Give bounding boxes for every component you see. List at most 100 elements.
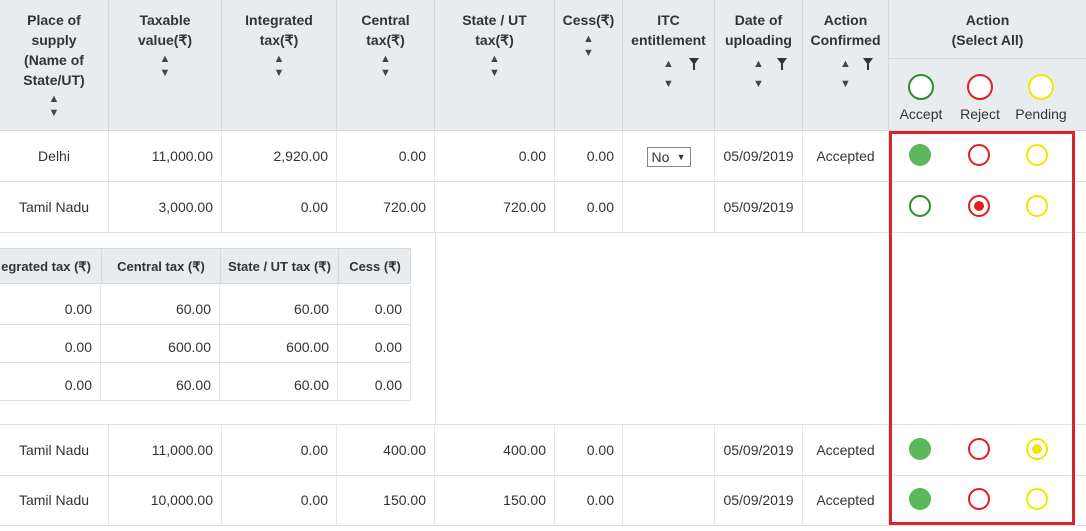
cell-cess: 0.00 (555, 182, 623, 232)
cell-place: Tamil Nadu (0, 182, 109, 232)
sub-col-cess: Cess (₹) (349, 259, 401, 274)
accept-radio[interactable] (909, 195, 931, 217)
reject-all-radio[interactable] (967, 74, 993, 100)
header-line: uploading (725, 32, 792, 48)
accept-radio[interactable] (909, 144, 931, 166)
accept-radio[interactable] (909, 438, 931, 460)
sub-cell: 0.00 (338, 324, 411, 362)
header-line: State/UT) (23, 72, 85, 88)
table-row: Tamil Nadu 3,000.00 0.00 720.00 720.00 0… (0, 182, 1086, 233)
sub-col-state: State / UT tax (₹) (221, 249, 339, 285)
col-action-confirmed[interactable]: Action Confirmed ▲ ▼ (803, 0, 889, 130)
sort-icon[interactable]: ▲ ▼ (555, 32, 622, 60)
reject-all-option[interactable]: Reject (950, 74, 1010, 122)
chevron-down-icon: ▼ (676, 152, 686, 163)
reject-radio[interactable] (968, 195, 990, 217)
cell-state: 400.00 (435, 425, 555, 475)
reject-radio[interactable] (968, 144, 990, 166)
filter-icon[interactable] (689, 58, 699, 70)
header-line: ITC (657, 12, 680, 28)
sub-cell: 0.00 (0, 362, 101, 400)
col-date-of-uploading[interactable]: Date of uploading ▲ ▼ (715, 0, 803, 130)
filter-icon[interactable] (777, 58, 787, 70)
accept-all-radio[interactable] (908, 74, 934, 100)
header-line: value(₹) (137, 32, 193, 48)
sub-cell: 60.00 (220, 362, 338, 400)
cell-central: 720.00 (337, 182, 435, 232)
cell-central: 400.00 (337, 425, 435, 475)
table-row: Tamil Nadu 11,000.00 0.00 400.00 400.00 … (0, 424, 1086, 476)
pending-all-option[interactable]: Pending (1011, 74, 1071, 122)
reject-radio[interactable] (968, 488, 990, 510)
sort-icon[interactable]: ▲ ▼ (753, 58, 764, 90)
header-line: tax(₹) (475, 32, 514, 48)
cell-cess: 0.00 (555, 131, 623, 181)
cell-taxable: 10,000.00 (109, 475, 222, 525)
selected-dot (974, 201, 984, 211)
col-taxable-value[interactable]: Taxable value(₹) ▲ ▼ (109, 0, 222, 130)
header-line: Place of (27, 12, 81, 28)
cell-taxable: 3,000.00 (109, 182, 222, 232)
itc-select[interactable]: No ▼ (646, 147, 691, 168)
pending-all-radio[interactable] (1028, 74, 1054, 100)
sub-cell: 60.00 (101, 286, 220, 324)
pending-all-label: Pending (1015, 106, 1067, 122)
pending-radio[interactable] (1026, 488, 1048, 510)
col-state-ut-tax[interactable]: State / UT tax(₹) ▲ ▼ (435, 0, 555, 130)
header-line: Cess(₹) (562, 12, 615, 28)
cell-date: 05/09/2019 (715, 475, 803, 525)
cell-place: Tamil Nadu (0, 475, 109, 525)
col-cess[interactable]: Cess(₹) ▲ ▼ (555, 0, 623, 130)
cell-cess: 0.00 (555, 475, 623, 525)
sort-icon[interactable]: ▲ ▼ (337, 52, 434, 80)
cell-itc: No ▼ (623, 131, 715, 181)
sub-col-integrated: egrated tax (₹) (0, 249, 102, 285)
sort-icon[interactable]: ▲ ▼ (109, 52, 221, 80)
sort-icon[interactable]: ▲ ▼ (840, 58, 851, 90)
sub-cell: 60.00 (220, 286, 338, 324)
col-integrated-tax[interactable]: Integrated tax(₹) ▲ ▼ (222, 0, 337, 130)
cell-integrated: 2,920.00 (222, 131, 337, 181)
pending-radio[interactable] (1026, 195, 1048, 217)
cell-itc (623, 425, 715, 475)
header-line: Taxable (139, 12, 191, 28)
cell-state: 720.00 (435, 182, 555, 232)
accept-radio[interactable] (909, 488, 931, 510)
header-line: Action (823, 12, 868, 28)
sort-icon[interactable]: ▲ ▼ (222, 52, 336, 80)
sub-cell: 0.00 (0, 324, 101, 362)
accept-all-label: Accept (899, 106, 943, 122)
table-row: Tamil Nadu 10,000.00 0.00 150.00 150.00 … (0, 475, 1086, 526)
header-line: Date of (734, 12, 783, 28)
cell-place: Tamil Nadu (0, 425, 109, 475)
col-central-tax[interactable]: Central tax(₹) ▲ ▼ (337, 0, 435, 130)
cell-itc (623, 475, 715, 525)
accept-all-option[interactable]: Accept (891, 74, 951, 122)
header-line: Confirmed (810, 32, 881, 48)
sort-icon[interactable]: ▲ ▼ (663, 58, 674, 90)
cell-itc (623, 182, 715, 232)
subtable-row: 0.00 60.00 60.00 0.00 (0, 286, 411, 325)
cell-confirmed: Accepted (803, 425, 889, 475)
sort-icon[interactable]: ▲ ▼ (435, 52, 554, 80)
header-line: Central (361, 12, 410, 28)
subtable-header: egrated tax (₹) Central tax (₹) State / … (0, 248, 411, 285)
pending-radio[interactable] (1026, 144, 1048, 166)
sub-cell: 600.00 (220, 324, 338, 362)
cell-confirmed: Accepted (803, 475, 889, 525)
reject-radio[interactable] (968, 438, 990, 460)
select-all-link[interactable]: (Select All) (952, 32, 1024, 48)
cell-confirmed: Accepted (803, 131, 889, 181)
pending-radio[interactable] (1026, 438, 1048, 460)
sub-cell: 60.00 (101, 362, 220, 400)
header-line: supply (31, 32, 77, 48)
cell-central: 150.00 (337, 475, 435, 525)
col-itc-entitlement[interactable]: ITC entitlement ▲ ▼ (623, 0, 715, 130)
filter-icon[interactable] (863, 58, 873, 70)
sort-icon[interactable]: ▲ ▼ (0, 92, 108, 120)
header-line: tax(₹) (259, 32, 299, 48)
itc-select-value: No (651, 149, 670, 166)
col-place-of-supply[interactable]: Place of supply (Name of State/UT) ▲ ▼ (0, 0, 109, 130)
gst-document-table: Place of supply (Name of State/UT) ▲ ▼ Ta… (0, 0, 1086, 531)
table-header: Place of supply (Name of State/UT) ▲ ▼ Ta… (0, 0, 1086, 131)
